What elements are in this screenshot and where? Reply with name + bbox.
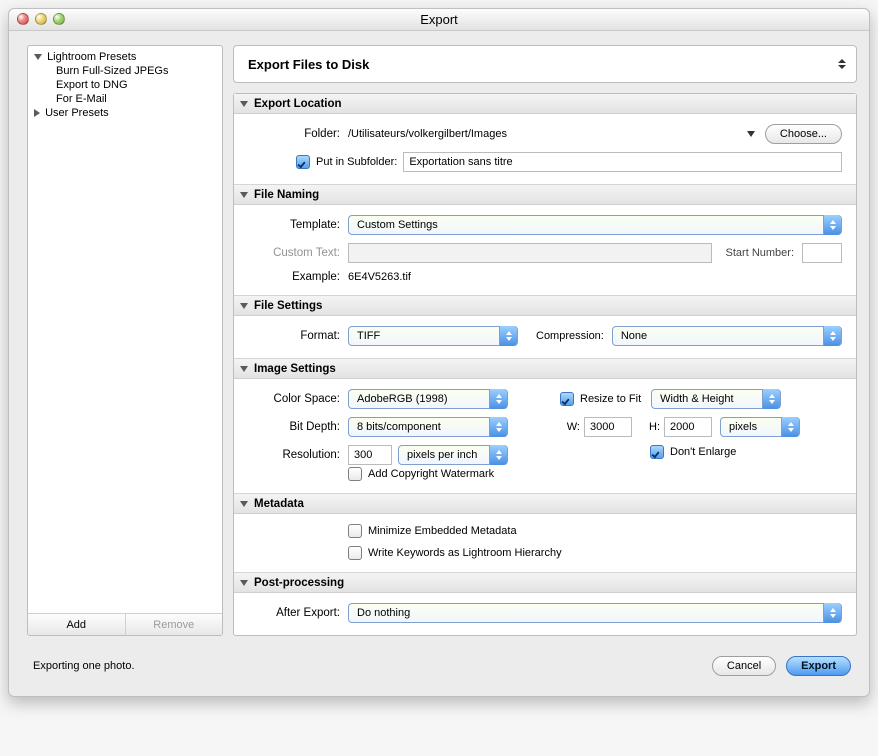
preset-item[interactable]: For E-Mail — [28, 92, 222, 106]
disclosure-icon — [34, 109, 40, 117]
example-label: Example: — [248, 271, 348, 283]
folder-label: Folder: — [248, 128, 348, 140]
panel-header[interactable]: Export Location — [234, 94, 856, 114]
add-preset-button[interactable]: Add — [28, 614, 126, 635]
compression-label: Compression: — [536, 330, 604, 342]
panel-post-processing: Post-processing After Export: Do nothing — [234, 573, 856, 635]
sidebar-footer: Add Remove — [28, 613, 222, 635]
cancel-button[interactable]: Cancel — [712, 656, 776, 676]
disclosure-icon — [240, 192, 248, 198]
export-destination-select[interactable]: Export Files to Disk — [233, 45, 857, 83]
window-title: Export — [420, 12, 458, 27]
panel-title: File Settings — [254, 300, 322, 312]
panel-header[interactable]: Metadata — [234, 494, 856, 514]
w-label: W: — [560, 421, 580, 433]
window-minimize-button[interactable] — [35, 13, 47, 25]
subfolder-checkbox[interactable] — [296, 155, 310, 169]
resolution-unit-select[interactable]: pixels per inch — [398, 445, 508, 465]
resize-checkbox[interactable] — [560, 392, 574, 406]
custom-text-input — [348, 243, 712, 263]
bit-depth-select[interactable]: 8 bits/component — [348, 417, 508, 437]
folder-path: /Utilisateurs/volkergilbert/Images — [348, 128, 507, 140]
panel-header[interactable]: Image Settings — [234, 359, 856, 379]
color-space-select[interactable]: AdobeRGB (1998) — [348, 389, 508, 409]
preset-group-user[interactable]: User Presets — [28, 106, 222, 120]
keyword-hierarchy-checkbox[interactable] — [348, 546, 362, 560]
disclosure-icon — [240, 580, 248, 586]
preset-group-label: User Presets — [45, 107, 109, 119]
panel-header[interactable]: Post-processing — [234, 573, 856, 593]
subfolder-input[interactable] — [403, 152, 842, 172]
disclosure-icon — [240, 501, 248, 507]
preset-item[interactable]: Burn Full-Sized JPEGs — [28, 64, 222, 78]
keyword-hierarchy-label: Write Keywords as Lightroom Hierarchy — [368, 547, 562, 559]
recent-folders-popup[interactable] — [747, 131, 755, 137]
resolution-label: Resolution: — [248, 449, 348, 461]
resize-mode-select[interactable]: Width & Height — [651, 389, 781, 409]
presets-tree: Lightroom Presets Burn Full-Sized JPEGs … — [28, 46, 222, 613]
resize-label: Resize to Fit — [580, 393, 641, 405]
subfolder-label: Put in Subfolder: — [316, 156, 397, 168]
template-select[interactable]: Custom Settings — [348, 215, 842, 235]
after-export-label: After Export: — [248, 607, 348, 619]
status-text: Exporting one photo. — [33, 660, 135, 672]
titlebar: Export — [9, 9, 869, 31]
custom-text-label: Custom Text: — [248, 247, 348, 259]
panel-metadata: Metadata Minimize Embedded Metadata Writ… — [234, 494, 856, 573]
width-input[interactable] — [584, 417, 632, 437]
destination-label: Export Files to Disk — [248, 57, 369, 72]
dont-enlarge-label: Don't Enlarge — [670, 446, 736, 458]
h-label: H: — [640, 421, 660, 433]
disclosure-icon — [240, 366, 248, 372]
export-panels: Export Location Folder: /Utilisateurs/vo… — [233, 93, 857, 636]
window-zoom-button[interactable] — [53, 13, 65, 25]
compression-select[interactable]: None — [612, 326, 842, 346]
right-column: Export Files to Disk Export Location Fol… — [233, 45, 857, 636]
window-close-button[interactable] — [17, 13, 29, 25]
panel-header[interactable]: File Settings — [234, 296, 856, 316]
dialog-footer: Exporting one photo. Cancel Export — [9, 646, 869, 696]
panel-file-naming: File Naming Template: Custom Settings Cu… — [234, 185, 856, 296]
export-dialog: Export Lightroom Presets Burn Full-Sized… — [8, 8, 870, 697]
size-unit-select[interactable]: pixels — [720, 417, 800, 437]
panel-export-location: Export Location Folder: /Utilisateurs/vo… — [234, 94, 856, 185]
start-number-label: Start Number: — [726, 247, 794, 259]
template-label: Template: — [248, 219, 348, 231]
watermark-checkbox[interactable] — [348, 467, 362, 481]
preset-item[interactable]: Export to DNG — [28, 78, 222, 92]
resolution-input[interactable] — [348, 445, 392, 465]
watermark-label: Add Copyright Watermark — [368, 468, 494, 480]
height-input[interactable] — [664, 417, 712, 437]
panel-image-settings: Image Settings Color Space: AdobeRGB (19… — [234, 359, 856, 494]
panel-file-settings: File Settings Format: TIFF Compression: … — [234, 296, 856, 359]
start-number-input[interactable] — [802, 243, 842, 263]
min-metadata-label: Minimize Embedded Metadata — [368, 525, 517, 537]
after-export-select[interactable]: Do nothing — [348, 603, 842, 623]
popup-arrow-icon — [838, 59, 846, 69]
dont-enlarge-checkbox[interactable] — [650, 445, 664, 459]
panel-title: File Naming — [254, 189, 319, 201]
window-controls — [17, 13, 65, 25]
color-space-label: Color Space: — [248, 393, 348, 405]
export-button[interactable]: Export — [786, 656, 851, 676]
format-select[interactable]: TIFF — [348, 326, 518, 346]
remove-preset-button[interactable]: Remove — [126, 614, 223, 635]
disclosure-icon — [240, 101, 248, 107]
content-area: Lightroom Presets Burn Full-Sized JPEGs … — [9, 31, 869, 646]
presets-sidebar: Lightroom Presets Burn Full-Sized JPEGs … — [27, 45, 223, 636]
panel-header[interactable]: File Naming — [234, 185, 856, 205]
min-metadata-checkbox[interactable] — [348, 524, 362, 538]
example-value: 6E4V5263.tif — [348, 271, 411, 283]
disclosure-icon — [34, 54, 42, 60]
preset-group-label: Lightroom Presets — [47, 51, 136, 63]
bit-depth-label: Bit Depth: — [248, 421, 348, 433]
panel-title: Post-processing — [254, 577, 344, 589]
choose-folder-button[interactable]: Choose... — [765, 124, 842, 144]
disclosure-icon — [240, 303, 248, 309]
panel-title: Export Location — [254, 98, 342, 110]
panel-title: Metadata — [254, 498, 304, 510]
panel-title: Image Settings — [254, 363, 336, 375]
format-label: Format: — [248, 330, 348, 342]
preset-group-lightroom[interactable]: Lightroom Presets — [28, 50, 222, 64]
